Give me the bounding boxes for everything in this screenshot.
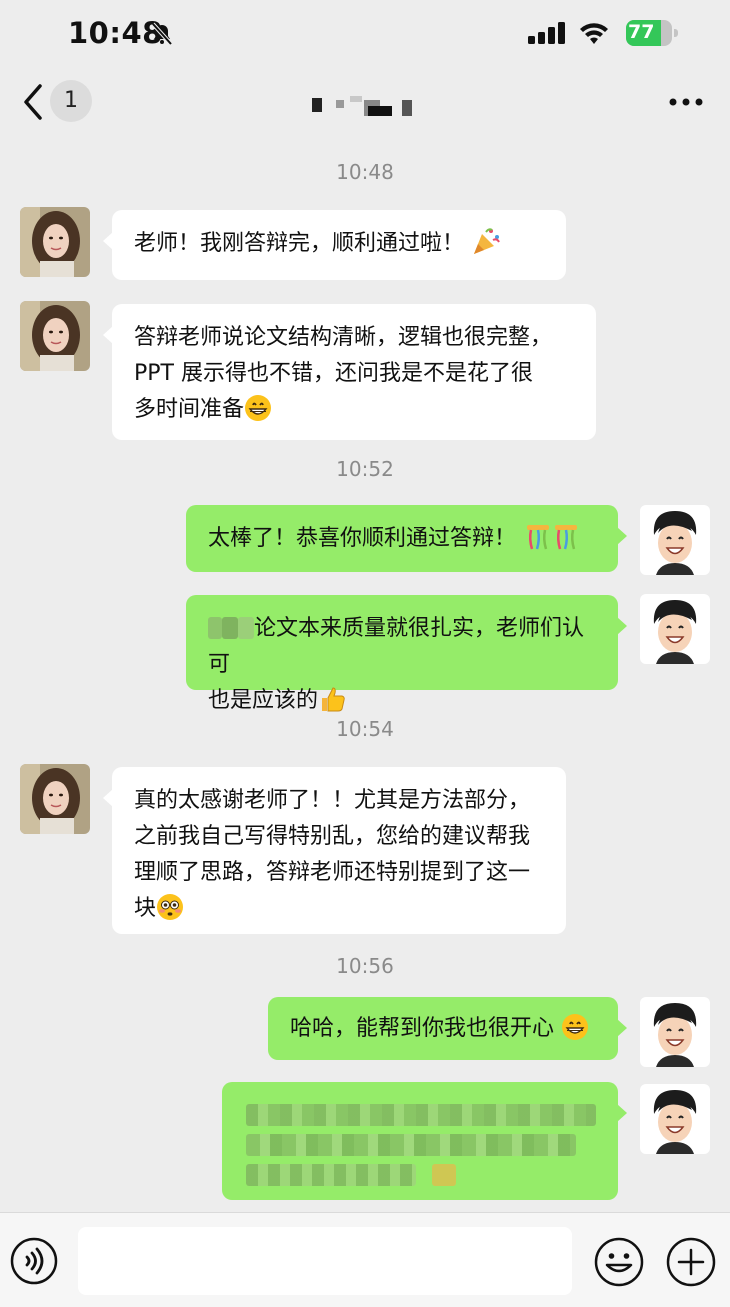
avatar-girl[interactable] — [20, 301, 90, 371]
obscured-name — [208, 617, 254, 639]
obscured-text — [246, 1164, 416, 1186]
message-text: 真的太感谢老师了！！尤其是方法部分， — [134, 788, 531, 813]
message-text: 块 — [134, 896, 157, 921]
chat-title-obscured — [310, 94, 422, 118]
ellipsis-icon[interactable] — [668, 92, 704, 112]
battery-level: 77 — [628, 21, 655, 43]
input-bar — [0, 1212, 730, 1307]
timestamp: 10:56 — [336, 954, 394, 978]
voice-icon[interactable] — [10, 1237, 58, 1285]
timestamp: 10:54 — [336, 717, 394, 741]
obscured-emoji — [432, 1164, 456, 1186]
avatar-boy[interactable] — [640, 997, 710, 1067]
plus-icon[interactable] — [666, 1237, 716, 1287]
timestamp: 10:48 — [336, 160, 394, 184]
status-bar: 10:48 77 — [0, 0, 730, 68]
message-input[interactable] — [78, 1227, 572, 1295]
party-popper-icon — [471, 226, 501, 268]
avatar-boy[interactable] — [640, 594, 710, 664]
battery-icon: 77 — [626, 20, 678, 46]
message-text: 太棒了！恭喜你顺利通过答辩！ — [208, 526, 517, 551]
message-bubble-obscured[interactable] — [222, 1082, 627, 1200]
smiley-icon[interactable] — [594, 1237, 644, 1287]
cellular-signal-icon — [528, 22, 565, 44]
chat-header: 1 — [0, 68, 730, 136]
bell-slash-icon — [151, 22, 173, 46]
message-bubble-sent[interactable]: 哈哈，能帮到你我也很开心 — [268, 997, 627, 1060]
confetti-icon — [523, 523, 581, 563]
unread-count-badge[interactable]: 1 — [50, 80, 92, 122]
avatar-girl[interactable] — [20, 764, 90, 834]
chevron-left-icon[interactable] — [18, 82, 48, 122]
message-bubble[interactable]: 答辩老师说论文结构清晰，逻辑也很完整， PPT 展示得也不错，还问我是不是花了很… — [103, 304, 596, 440]
grinning-face-icon — [561, 1013, 589, 1053]
flushed-face-icon — [156, 893, 184, 933]
message-text: 之前我自己写得特别乱，您给的建议帮我 — [134, 824, 531, 849]
message-text: 哈哈，能帮到你我也很开心 — [290, 1016, 555, 1041]
message-bubble[interactable]: 老师！我刚答辩完，顺利通过啦！ — [103, 210, 566, 280]
message-text: 多时间准备 — [134, 397, 245, 422]
timestamp: 10:52 — [336, 457, 394, 481]
obscured-text — [246, 1104, 596, 1126]
message-text: 也是应该的 — [208, 688, 319, 713]
avatar-girl[interactable] — [20, 207, 90, 277]
avatar-boy[interactable] — [640, 505, 710, 575]
message-text: PPT 展示得也不错，还问我是不是花了很 — [134, 361, 533, 386]
avatar-boy[interactable] — [640, 1084, 710, 1154]
message-bubble[interactable]: 真的太感谢老师了！！尤其是方法部分， 之前我自己写得特别乱，您给的建议帮我 理顺… — [103, 767, 566, 934]
status-time: 10:48 — [68, 16, 163, 50]
message-text: 论文本来质量就很扎实，老师们认可 — [208, 616, 585, 677]
message-text: 答辩老师说论文结构清晰，逻辑也很完整， — [134, 325, 553, 350]
message-bubble-sent[interactable]: 太棒了！恭喜你顺利通过答辩！ — [186, 505, 627, 572]
wifi-icon — [580, 23, 608, 44]
message-text: 老师！我刚答辩完，顺利通过啦！ — [134, 231, 465, 256]
message-bubble-sent[interactable]: 论文本来质量就很扎实，老师们认可 也是应该的 — [186, 595, 627, 713]
obscured-text — [246, 1134, 576, 1156]
message-text: 理顺了思路，答辩老师还特别提到了这一 — [134, 860, 531, 885]
grinning-face-icon — [244, 394, 272, 434]
